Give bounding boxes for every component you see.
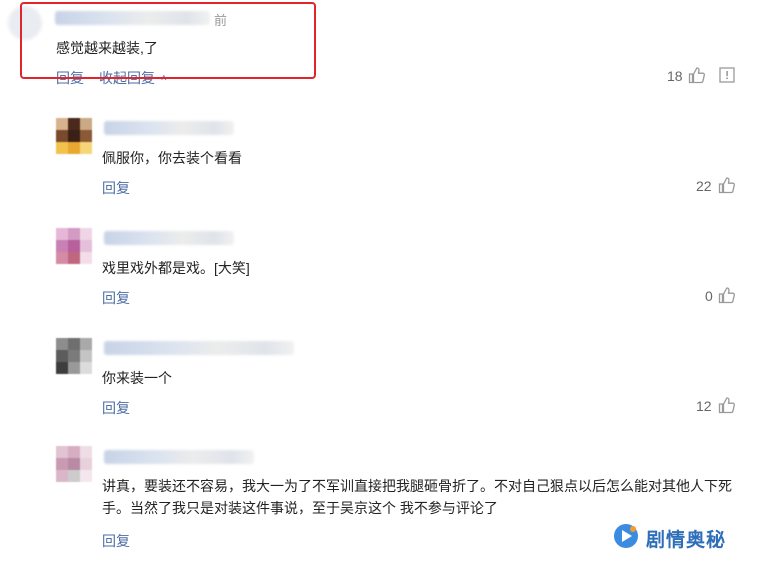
reply-avatar[interactable] — [56, 118, 92, 154]
reply-text: 戏里戏外都是戏。[大笑] — [102, 260, 250, 276]
reply-like-count: 22 — [696, 178, 712, 194]
watermark: 剧情奥秘 — [612, 522, 726, 555]
reply-username[interactable] — [104, 231, 234, 245]
reply-like-count: 0 — [705, 288, 713, 304]
reply-like-count: 12 — [696, 398, 712, 414]
reply-text: 讲真，要装还不容易，我大一为了不军训直接把我腿砸骨折了。不对自己狠点以后怎么能对… — [102, 478, 732, 516]
highlight-box — [20, 2, 316, 79]
reply-username[interactable] — [104, 450, 254, 464]
reply-text: 你来装一个 — [102, 370, 172, 386]
reply-button[interactable]: 回复 — [102, 398, 130, 418]
watermark-text: 剧情奥秘 — [646, 530, 727, 551]
watermark-logo-icon — [612, 522, 640, 555]
report-icon[interactable] — [719, 67, 735, 83]
reply-button[interactable]: 回复 — [102, 531, 130, 551]
reply-text: 佩服你，你去装个看看 — [102, 150, 242, 166]
reply-button[interactable]: 回复 — [102, 178, 130, 198]
thumbs-up-icon[interactable] — [718, 286, 736, 304]
thumbs-up-icon[interactable] — [718, 396, 736, 414]
reply-avatar[interactable] — [56, 338, 92, 374]
thumbs-up-icon[interactable] — [718, 176, 736, 194]
reply-avatar[interactable] — [56, 446, 92, 482]
reply-avatar[interactable] — [56, 228, 92, 264]
reply-button[interactable]: 回复 — [102, 288, 130, 308]
top-comment-like-count: 18 — [667, 68, 683, 84]
reply-username[interactable] — [104, 341, 294, 355]
thumbs-up-icon[interactable] — [688, 66, 706, 84]
reply-username[interactable] — [104, 121, 234, 135]
